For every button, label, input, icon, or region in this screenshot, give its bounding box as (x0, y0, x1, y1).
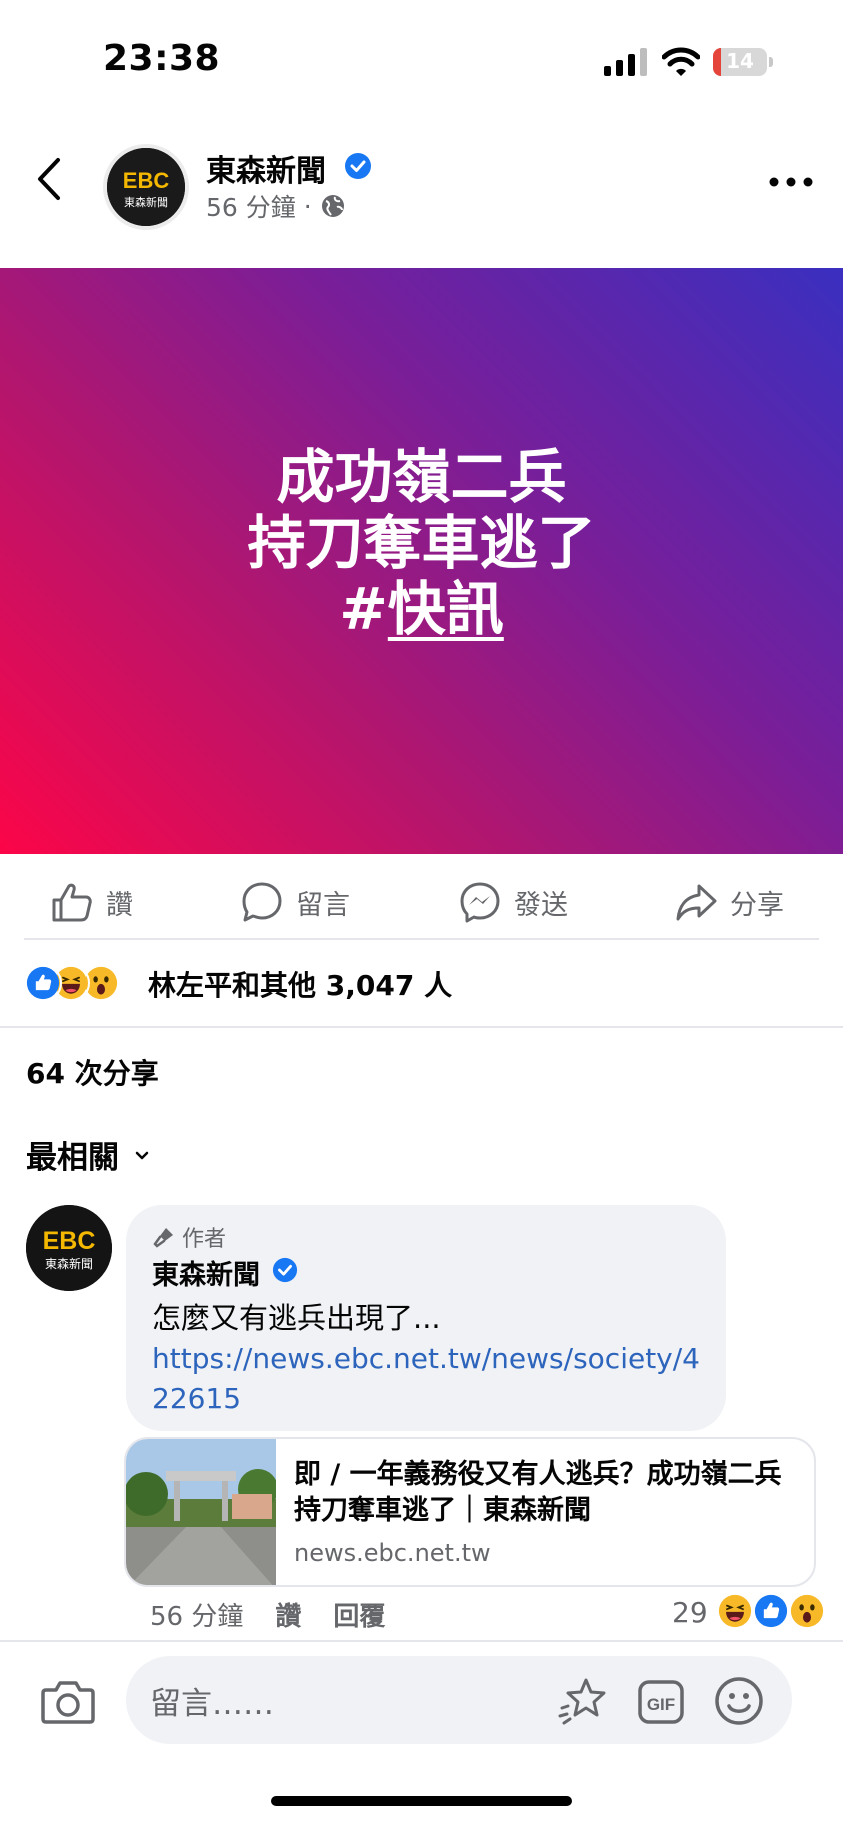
messenger-icon (460, 882, 500, 923)
share-count[interactable]: 64 次分享 (26, 1052, 159, 1092)
post-meta: 56 分鐘 · (206, 188, 346, 224)
banner-line-1: 成功嶺二兵 (276, 443, 567, 511)
sort-label: 最相關 (26, 1140, 119, 1176)
ebc-logo: EBC 東森新聞 (107, 148, 185, 226)
gif-icon: GIF (638, 1680, 684, 1724)
globe-icon (321, 195, 344, 217)
comment-input[interactable]: 留言…… GIF (126, 1656, 792, 1744)
reaction-count-text: 林左平和其他 3,047 人 (148, 969, 453, 1002)
back-icon[interactable] (30, 154, 70, 204)
signal-icon (604, 48, 647, 76)
status-time: 23:38 (103, 38, 221, 79)
home-indicator (271, 1796, 572, 1806)
reactions-summary[interactable]: 林左平和其他 3,047 人 (24, 962, 452, 1006)
comment-time[interactable]: 56 分鐘 (150, 1596, 243, 1633)
like-reaction-icon (751, 1592, 790, 1630)
banner-hashtag-link[interactable]: 快訊 (388, 575, 504, 643)
battery-text: 14 (726, 49, 754, 73)
author-label: 作者 (182, 1227, 227, 1252)
banner-line-3: #快訊 (0, 576, 843, 642)
composer-divider (0, 1640, 843, 1642)
comment-reaction-count: 29 (672, 1595, 708, 1629)
page-avatar[interactable]: EBC 東森新聞 (103, 144, 189, 230)
comment-meta: 56 分鐘 讚 回覆 (150, 1596, 385, 1633)
commenter-name[interactable]: 東森新聞 (152, 1253, 260, 1292)
link-thumbnail-image (126, 1439, 276, 1585)
comment-bubble[interactable]: 作者 東森新聞 怎麼又有逃兵出現了... https://news.ebc.ne… (126, 1205, 726, 1431)
comment-like-button[interactable]: 讚 (275, 1596, 301, 1633)
share-arrow-icon (676, 884, 717, 921)
link-title: 即 / 一年義務役又有人逃兵？成功嶺二兵持刀奪車逃了｜東森新聞 (294, 1459, 782, 1526)
verified-badge-icon (272, 1257, 298, 1283)
gif-button[interactable]: GIF (638, 1680, 684, 1724)
comment-bubble-icon (242, 882, 282, 922)
comment-reply-button[interactable]: 回覆 (333, 1596, 385, 1633)
link-preview-card[interactable]: 即 / 一年義務役又有人逃兵？成功嶺二兵持刀奪車逃了｜東森新聞 news.ebc… (124, 1437, 816, 1587)
comment-link[interactable]: https://news.ebc.net.tw/news/society/422… (152, 1339, 712, 1419)
microphone-icon (153, 1228, 173, 1248)
banner-hash: # (339, 575, 388, 643)
svg-text:東森新聞: 東森新聞 (124, 195, 168, 209)
comment-reactions[interactable]: 29 (672, 1592, 834, 1632)
status-bar: 23:38 14 (0, 0, 843, 120)
like-label: 讚 (106, 889, 133, 921)
verified-badge-icon (345, 153, 371, 179)
svg-text:GIF: GIF (647, 1695, 675, 1714)
banner-text: 成功嶺二兵 持刀奪車逃了 #快訊 (0, 444, 843, 642)
svg-text:東森新聞: 東森新聞 (45, 1256, 93, 1271)
comment-placeholder: 留言…… (150, 1686, 274, 1722)
page-name[interactable]: 東森新聞 (206, 146, 326, 190)
send-button[interactable]: 發送 (458, 874, 568, 930)
svg-text:EBC: EBC (123, 168, 170, 193)
banner-line-2: 持刀奪車逃了 (247, 509, 596, 577)
svg-text:EBC: EBC (43, 1227, 96, 1255)
link-domain: news.ebc.net.tw (294, 1539, 491, 1567)
post-banner[interactable]: 成功嶺二兵 持刀奪車逃了 #快訊 (0, 268, 843, 854)
post-timestamp[interactable]: 56 分鐘 (206, 188, 296, 224)
haha-reaction-icon (715, 1592, 754, 1630)
camera-icon[interactable] (40, 1676, 96, 1726)
thumbs-up-icon (52, 883, 92, 922)
more-options-icon[interactable] (768, 172, 814, 192)
ebc-logo: EBC 東森新聞 (26, 1205, 112, 1291)
wifi-icon (662, 47, 700, 76)
share-label: 分享 (730, 889, 784, 921)
post-header: EBC 東森新聞 東森新聞 56 分鐘 · (0, 130, 843, 240)
comment-text: 怎麼又有逃兵出現了... (152, 1301, 441, 1335)
wow-reaction-icon (787, 1592, 826, 1630)
share-button[interactable]: 分享 (674, 874, 784, 930)
like-button[interactable]: 讚 (50, 874, 133, 930)
like-reaction-icon (24, 964, 62, 1002)
battery-indicator: 14 (713, 48, 773, 76)
avatar-sticker-icon[interactable] (556, 1676, 608, 1726)
reaction-icons (24, 964, 136, 1004)
comment-reaction-icons (715, 1592, 834, 1632)
comment-label: 留言 (296, 889, 350, 921)
emoji-icon[interactable] (714, 1676, 764, 1726)
commenter-avatar[interactable]: EBC 東森新聞 (26, 1205, 112, 1291)
meta-separator: · (303, 191, 312, 221)
post-actions: 讚 留言 發送 分享 (0, 868, 843, 942)
author-badge: 作者 (152, 1221, 226, 1253)
chevron-down-icon (135, 1151, 149, 1159)
comment-sort-selector[interactable]: 最相關 (26, 1132, 153, 1177)
divider (0, 1026, 843, 1028)
divider (24, 938, 819, 940)
send-label: 發送 (514, 889, 568, 921)
comment-button[interactable]: 留言 (240, 874, 350, 930)
